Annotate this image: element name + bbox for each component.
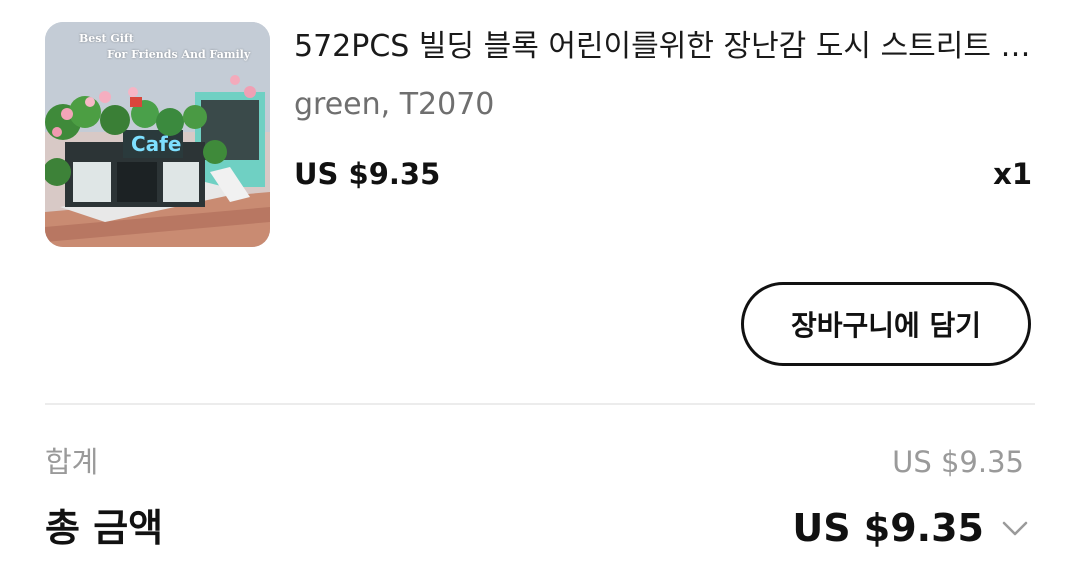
product-price: US $9.35	[294, 157, 441, 191]
product-thumbnail[interactable]: Cafe Best Gift For Friends And Family	[45, 22, 270, 247]
order-summary-page: Cafe Best Gift For Friends And Family 57…	[0, 0, 1080, 569]
svg-text:Cafe: Cafe	[131, 132, 181, 156]
total-value[interactable]: US $9.35	[792, 505, 984, 551]
thumbnail-caption-line2: For Friends And Family	[107, 48, 251, 61]
total-label: 총 금액	[45, 506, 164, 550]
section-divider	[45, 403, 1035, 405]
add-to-cart-button[interactable]: 장바구니에 담기	[741, 282, 1031, 366]
subtotal-label: 합계	[45, 445, 99, 479]
product-title[interactable]: 572PCS 빌딩 블록 어린이를위한 장난감 도시 스트리트 뷰 꽃 상점 모…	[294, 28, 1039, 66]
product-quantity: x1	[993, 157, 1032, 191]
subtotal-value: US $9.35	[892, 445, 1024, 479]
product-variant: green, T2070	[294, 87, 495, 122]
chevron-down-icon[interactable]	[1000, 514, 1030, 542]
thumbnail-caption-line1: Best Gift	[79, 32, 134, 45]
